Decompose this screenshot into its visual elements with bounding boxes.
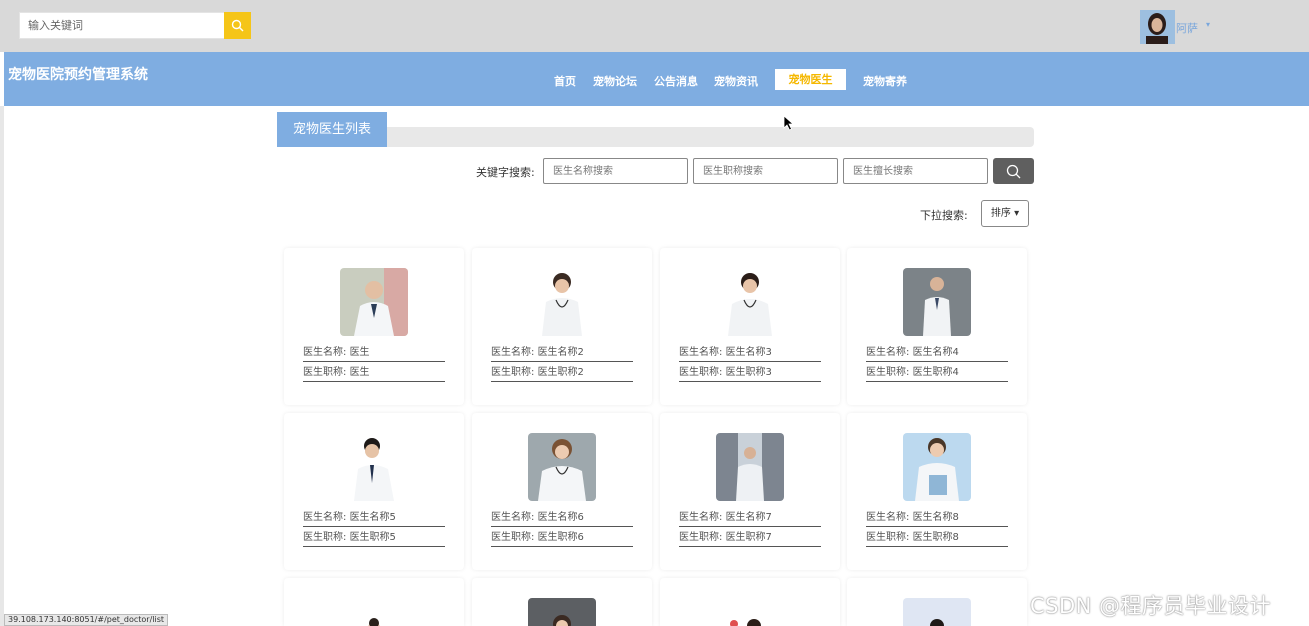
doctor-card[interactable]: 医生名称: 医生名称3 医生职称: 医生职称3: [660, 248, 840, 405]
doctor-card[interactable]: 医生名称: 医生名称8 医生职称: 医生职称8: [847, 413, 1027, 570]
status-bar-url: 39.108.173.140:8051/#/pet_doctor/list: [4, 614, 169, 626]
search-icon: [231, 19, 244, 32]
doctor-title-field: 医生职称: 医生职称5: [303, 531, 445, 547]
doctor-photo: [528, 433, 596, 501]
panel-title: 宠物医生列表: [277, 112, 387, 147]
doctor-card[interactable]: 医生名称: 医生名称4 医生职称: 医生职称4: [847, 248, 1027, 405]
doctor-title-field: 医生职称: 医生职称7: [679, 531, 821, 547]
main-nav: 宠物医院预约管理系统 首页 宠物论坛 公告消息 宠物资讯 宠物医生 宠物寄养: [4, 52, 1309, 106]
nav-item-home[interactable]: 首页: [554, 71, 576, 92]
doctor-name-field: 医生名称: 医生名称5: [303, 511, 445, 527]
watermark: CSDN @程序员毕业设计: [1030, 594, 1272, 618]
doctor-photo: [528, 268, 596, 336]
global-search-button[interactable]: [224, 12, 251, 39]
doctor-photo: [340, 598, 408, 626]
doctor-card[interactable]: 医生名称: 医生 医生职称: 医生: [284, 248, 464, 405]
doctor-title-field: 医生职称: 医生职称8: [866, 531, 1008, 547]
sort-dropdown[interactable]: 排序 ▾: [981, 200, 1029, 227]
doctor-name-field: 医生名称: 医生名称7: [679, 511, 821, 527]
doctor-card[interactable]: [284, 578, 464, 626]
keyword-search-label: 关键字搜索:: [476, 166, 535, 179]
doctor-photo: [716, 598, 784, 626]
doctor-card[interactable]: 医生名称: 医生名称5 医生职称: 医生职称5: [284, 413, 464, 570]
nav-item-forum[interactable]: 宠物论坛: [593, 71, 637, 92]
nav-item-notice[interactable]: 公告消息: [654, 71, 698, 92]
keyword-search-button[interactable]: [993, 158, 1034, 184]
doctor-title-field: 医生职称: 医生职称6: [491, 531, 633, 547]
avatar-image: [1140, 10, 1175, 44]
doctor-name-field: 医生名称: 医生名称6: [491, 511, 633, 527]
doctor-title-field: 医生职称: 医生职称2: [491, 366, 633, 382]
mouse-cursor-icon: [783, 115, 795, 131]
doctor-card[interactable]: 医生名称: 医生名称2 医生职称: 医生职称2: [472, 248, 652, 405]
doctor-photo: [716, 433, 784, 501]
dropdown-search-label: 下拉搜索:: [920, 209, 968, 222]
search-icon: [1006, 164, 1021, 178]
doctor-photo: [340, 268, 408, 336]
doctor-name-field: 医生名称: 医生名称2: [491, 346, 633, 362]
top-bar: 阿萨 ▾: [0, 0, 1309, 52]
doctor-card[interactable]: 医生名称: 医生名称7 医生职称: 医生职称7: [660, 413, 840, 570]
doctor-name-field: 医生名称: 医生: [303, 346, 445, 362]
doctor-title-field: 医生职称: 医生职称3: [679, 366, 821, 382]
panel-header-bar: [277, 127, 1034, 147]
doctor-photo: [528, 598, 596, 626]
doctor-card[interactable]: [660, 578, 840, 626]
user-avatar[interactable]: [1140, 10, 1175, 44]
nav-item-doctor[interactable]: 宠物医生: [775, 69, 846, 90]
doctor-name-search-input[interactable]: [543, 158, 688, 184]
user-name[interactable]: 阿萨: [1176, 20, 1198, 36]
site-title: 宠物医院预约管理系统: [8, 67, 148, 83]
doctor-name-field: 医生名称: 医生名称8: [866, 511, 1008, 527]
doctor-photo: [903, 598, 971, 626]
doctor-photo: [903, 268, 971, 336]
doctor-name-field: 医生名称: 医生名称3: [679, 346, 821, 362]
doctor-photo: [716, 268, 784, 336]
nav-item-news[interactable]: 宠物资讯: [714, 71, 758, 92]
doctor-name-field: 医生名称: 医生名称4: [866, 346, 1008, 362]
doctor-photo: [340, 433, 408, 501]
doctor-skill-search-input[interactable]: [843, 158, 988, 184]
doctor-title-field: 医生职称: 医生职称4: [866, 366, 1008, 382]
nav-item-boarding[interactable]: 宠物寄养: [863, 71, 907, 92]
doctor-title-search-input[interactable]: [693, 158, 838, 184]
left-edge: [0, 106, 4, 626]
doctor-photo: [903, 433, 971, 501]
global-search-input[interactable]: [19, 12, 224, 39]
doctor-card[interactable]: [472, 578, 652, 626]
doctor-title-field: 医生职称: 医生: [303, 366, 445, 382]
doctor-card[interactable]: 医生名称: 医生名称6 医生职称: 医生职称6: [472, 413, 652, 570]
user-menu-caret-icon[interactable]: ▾: [1206, 20, 1210, 29]
doctor-card[interactable]: [847, 578, 1027, 626]
